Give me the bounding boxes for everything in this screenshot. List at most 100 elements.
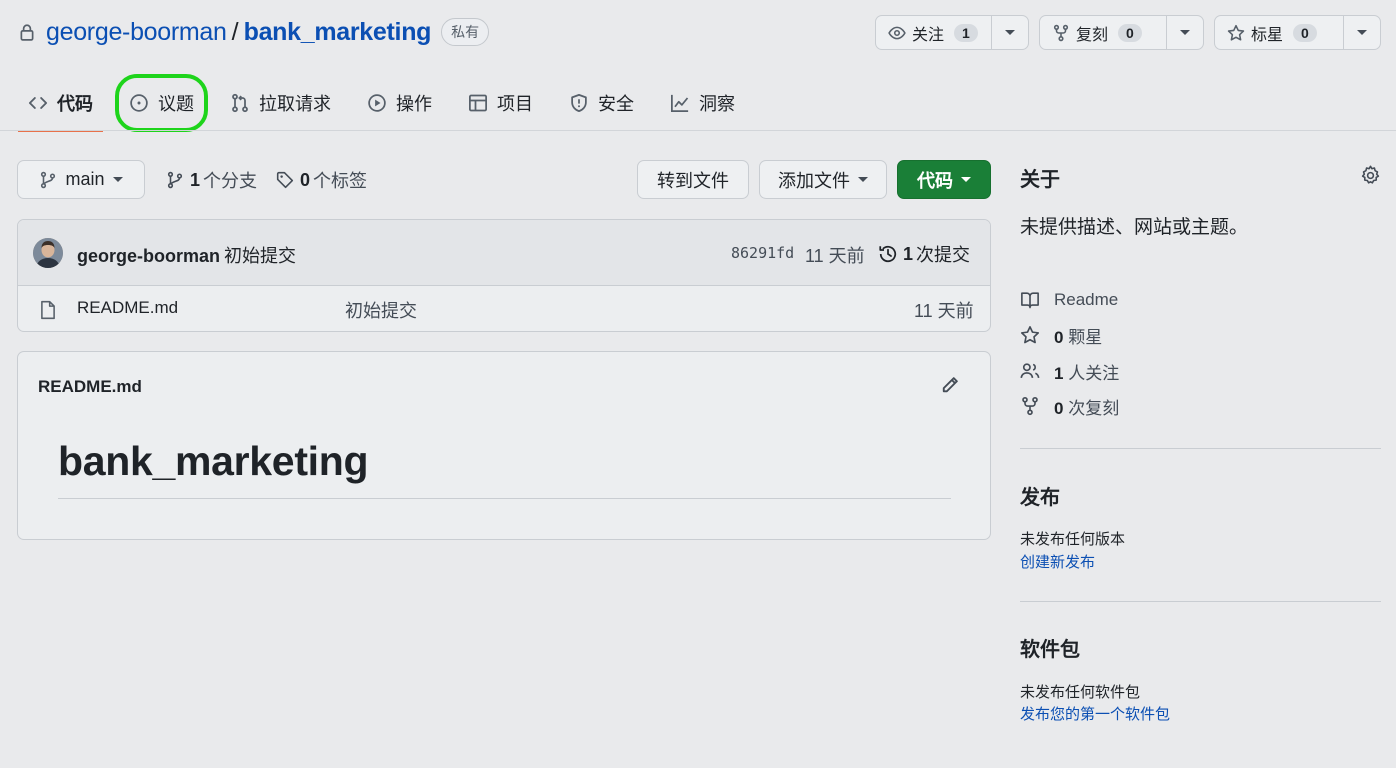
- branches-link[interactable]: 1 个分支: [166, 168, 257, 192]
- visibility-badge: 私有: [441, 18, 490, 46]
- tab-insights-label: 洞察: [699, 94, 735, 114]
- about-title: 关于: [1020, 169, 1060, 191]
- play-icon: [367, 93, 387, 113]
- fork-label: 复刻: [1076, 26, 1109, 44]
- tags-label: 个标签: [313, 171, 368, 191]
- file-time: 11 天前: [914, 301, 974, 321]
- fork-button-group: 复刻 0: [1039, 15, 1204, 50]
- nav-divider: [0, 130, 1396, 131]
- tab-issues[interactable]: 议题: [115, 74, 208, 132]
- code-download-button[interactable]: 代码: [897, 160, 991, 199]
- graph-icon: [670, 93, 690, 113]
- file-icon: [39, 300, 57, 320]
- tab-insights[interactable]: 洞察: [660, 78, 745, 128]
- releases-empty-text: 未发布任何版本: [1020, 531, 1126, 548]
- tab-actions[interactable]: 操作: [357, 78, 442, 128]
- commit-count: 1: [903, 243, 914, 264]
- sidebar-forks-count: 0: [1054, 398, 1064, 418]
- commit-author[interactable]: george-boorman 初始提交: [77, 242, 296, 268]
- readme-heading: bank_marketing: [58, 438, 369, 484]
- fork-icon: [1052, 24, 1070, 42]
- watch-button[interactable]: 关注 1: [876, 16, 993, 49]
- watch-dropdown[interactable]: [992, 16, 1028, 49]
- repo-nav-tabs: 代码 议题 拉取请求 操作 项目 安全 洞察: [18, 74, 761, 132]
- fork-button[interactable]: 复刻 0: [1040, 16, 1168, 49]
- history-icon: [878, 244, 898, 264]
- sidebar-watchers-link[interactable]: 1 人关注: [1020, 360, 1119, 383]
- repo-owner-link[interactable]: george-boorman: [46, 18, 227, 47]
- git-pull-request-icon: [230, 93, 250, 113]
- packages-empty-text: 未发布任何软件包: [1020, 684, 1141, 701]
- branch-name: main: [65, 169, 105, 189]
- sidebar-readme-link[interactable]: Readme: [1020, 289, 1118, 311]
- fork-dropdown[interactable]: [1167, 16, 1203, 49]
- chevron-down-icon: [1357, 30, 1368, 35]
- add-file-button[interactable]: 添加文件: [759, 160, 887, 199]
- file-row[interactable]: README.md 初始提交 11 天前: [18, 286, 990, 331]
- chevron-down-icon: [1180, 30, 1191, 35]
- publish-package-link[interactable]: 发布您的第一个软件包: [1020, 703, 1170, 724]
- chevron-down-icon: [961, 177, 971, 182]
- tag-icon: [276, 171, 294, 189]
- packages-title[interactable]: 软件包: [1020, 633, 1080, 662]
- sidebar-divider: [1020, 601, 1381, 602]
- eye-icon: [888, 24, 906, 42]
- tags-link[interactable]: 0 个标签: [276, 168, 367, 192]
- tab-security[interactable]: 安全: [559, 78, 644, 128]
- sidebar-readme-label: Readme: [1054, 290, 1119, 309]
- tab-actions-label: 操作: [396, 94, 432, 114]
- commit-author-name: george-boorman: [77, 246, 221, 266]
- book-icon: [1020, 290, 1040, 310]
- readme-heading-rule: [58, 498, 951, 499]
- sidebar-stars-label: 颗星: [1068, 327, 1103, 347]
- tab-pull-requests[interactable]: 拉取请求: [220, 78, 341, 128]
- code-icon: [28, 93, 48, 113]
- commit-history-link[interactable]: 1 次提交: [878, 241, 970, 267]
- pencil-icon[interactable]: [940, 375, 960, 395]
- commit-hash[interactable]: 86291fd: [731, 244, 794, 262]
- shield-icon: [569, 93, 589, 113]
- issue-opened-icon: [129, 93, 149, 113]
- sidebar-divider: [1020, 448, 1381, 449]
- code-button-label: 代码: [917, 170, 953, 191]
- repo-description: 未提供描述、网站或主题。: [1020, 217, 1249, 238]
- file-commit-message[interactable]: 初始提交: [345, 297, 417, 323]
- star-icon: [1020, 325, 1040, 345]
- watch-label: 关注: [912, 26, 945, 44]
- tab-projects[interactable]: 项目: [458, 78, 543, 128]
- star-button[interactable]: 标星 0: [1215, 16, 1345, 49]
- people-icon: [1020, 361, 1040, 381]
- sidebar-stars-link[interactable]: 0 颗星: [1020, 324, 1103, 347]
- star-button-group: 标星 0: [1214, 15, 1381, 50]
- sidebar-forks-link[interactable]: 0 次复刻: [1020, 395, 1119, 418]
- branch-select-button[interactable]: main: [17, 160, 145, 199]
- readme-title[interactable]: README.md: [38, 377, 142, 397]
- file-list: george-boorman 初始提交 86291fd 11 天前 1 次提交 R…: [17, 219, 991, 332]
- tab-pull-requests-label: 拉取请求: [259, 94, 331, 114]
- star-count: 0: [1293, 23, 1317, 42]
- star-dropdown[interactable]: [1344, 16, 1380, 49]
- readme-panel: README.md bank_marketing: [17, 351, 991, 540]
- branches-count: 1: [190, 169, 201, 190]
- chevron-down-icon: [858, 177, 868, 182]
- avatar[interactable]: [33, 238, 63, 268]
- goto-file-button[interactable]: 转到文件: [637, 160, 749, 199]
- releases-title[interactable]: 发布: [1020, 481, 1060, 510]
- latest-commit-row: george-boorman 初始提交 86291fd 11 天前 1 次提交: [18, 220, 990, 286]
- commit-message[interactable]: 初始提交: [224, 246, 296, 266]
- star-icon: [1227, 24, 1245, 42]
- path-separator: /: [231, 17, 239, 46]
- gear-icon[interactable]: [1360, 165, 1381, 186]
- file-name[interactable]: README.md: [77, 298, 178, 318]
- tab-projects-label: 项目: [497, 94, 533, 114]
- tab-code-label: 代码: [57, 94, 93, 114]
- repo-header: george-boorman / bank_marketing 私有: [18, 14, 490, 50]
- sidebar-stars-count: 0: [1054, 327, 1064, 347]
- table-icon: [468, 93, 488, 113]
- git-branch-icon: [166, 171, 184, 189]
- commit-count-label: 次提交: [916, 245, 971, 265]
- tab-code[interactable]: 代码: [18, 78, 103, 132]
- watch-count: 1: [954, 23, 978, 42]
- repo-name-link[interactable]: bank_marketing: [244, 18, 432, 47]
- create-release-link[interactable]: 创建新发布: [1020, 551, 1095, 572]
